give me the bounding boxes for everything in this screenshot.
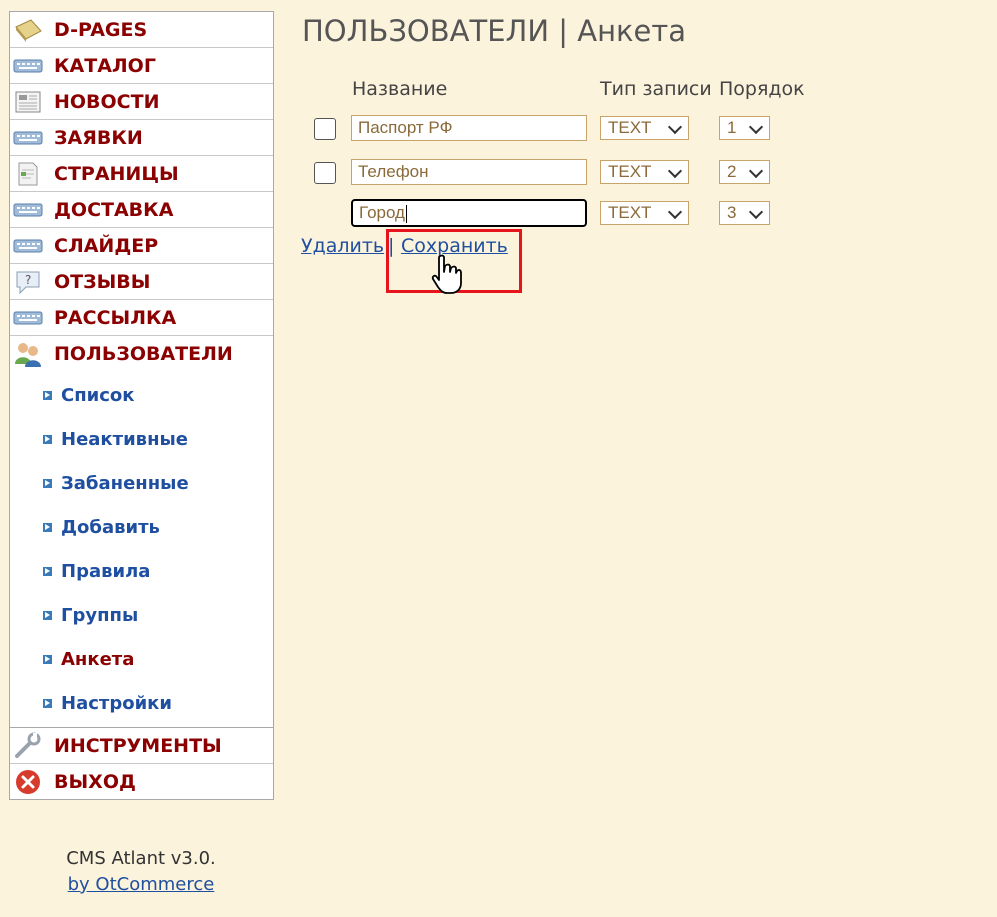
submenu-item-settings[interactable]: Настройки xyxy=(10,681,273,725)
field-name-input[interactable]: Телефон xyxy=(351,159,587,185)
keyboard-icon xyxy=(12,52,44,80)
menu-item-slider[interactable]: СЛАЙДЕР xyxy=(10,228,273,264)
wrench-icon xyxy=(12,732,44,760)
row-checkbox[interactable] xyxy=(314,162,336,184)
submenu-item-add[interactable]: Добавить xyxy=(10,505,273,549)
menu-item-news[interactable]: НОВОСТИ xyxy=(10,84,273,120)
select-value: TEXT xyxy=(608,203,652,222)
field-order-select[interactable]: 1 xyxy=(719,116,770,140)
submenu-label[interactable]: Группы xyxy=(61,605,138,626)
newspaper-icon xyxy=(12,88,44,116)
delete-link[interactable]: Удалить xyxy=(301,235,384,257)
arrow-bullet-icon xyxy=(43,434,52,444)
menu-item-orders[interactable]: ЗАЯВКИ xyxy=(10,120,273,156)
menu-item-label: ДОСТАВКА xyxy=(54,198,174,221)
select-value: TEXT xyxy=(608,162,652,181)
column-header-type: Тип записи xyxy=(600,78,712,100)
menu-item-catalog[interactable]: КАТАЛОГ xyxy=(10,48,273,84)
keyboard-icon xyxy=(12,232,44,260)
field-type-select[interactable]: TEXT xyxy=(600,116,689,140)
menu-item-label: ВЫХОД xyxy=(54,770,136,793)
menu-item-label: D-PAGES xyxy=(54,18,148,41)
column-header-name: Название xyxy=(352,78,448,100)
chevron-down-icon xyxy=(667,163,683,179)
menu-item-label: НОВОСТИ xyxy=(54,90,160,113)
footer: CMS Atlant v3.0. by OtCommerce xyxy=(10,846,272,898)
input-value: Город xyxy=(359,203,405,222)
chevron-down-icon xyxy=(748,119,764,135)
menu-item-label: ПОЛЬЗОВАТЕЛИ xyxy=(54,342,233,365)
column-header-order: Порядок xyxy=(719,78,805,100)
text-caret xyxy=(405,204,407,223)
field-name-input[interactable]: Город xyxy=(351,199,587,227)
menu-item-label: РАССЫЛКА xyxy=(54,306,177,329)
menu-item-label: СЛАЙДЕР xyxy=(54,234,159,257)
submenu-label[interactable]: Забаненные xyxy=(61,473,189,494)
menu-item-pages[interactable]: СТРАНИЦЫ xyxy=(10,156,273,192)
arrow-bullet-icon xyxy=(43,566,52,576)
arrow-bullet-icon xyxy=(43,478,52,488)
field-type-select[interactable]: TEXT xyxy=(600,201,689,225)
submenu-label[interactable]: Правила xyxy=(61,561,150,582)
arrow-bullet-icon xyxy=(43,698,52,708)
page-title: ПОЛЬЗОВАТЕЛИ | Анкета xyxy=(302,14,687,48)
menu-item-d-pages[interactable]: D-PAGES xyxy=(10,12,273,48)
menu-item-label: ИНСТРУМЕНТЫ xyxy=(54,734,222,757)
chevron-down-icon xyxy=(748,204,764,220)
menu-item-label: КАТАЛОГ xyxy=(54,54,156,77)
submenu-label[interactable]: Неактивные xyxy=(61,429,188,450)
menu-item-label: ОТЗЫВЫ xyxy=(54,270,151,293)
question-bubble-icon: ? xyxy=(12,268,44,296)
chevron-down-icon xyxy=(667,119,683,135)
submenu-item-banned[interactable]: Забаненные xyxy=(10,461,273,505)
submenu-label[interactable]: Настройки xyxy=(61,693,172,714)
arrow-bullet-icon xyxy=(43,610,52,620)
vendor-link[interactable]: by OtCommerce xyxy=(68,874,215,895)
select-value: 3 xyxy=(727,203,737,222)
keyboard-icon xyxy=(12,196,44,224)
field-order-select[interactable]: 2 xyxy=(719,160,770,184)
menu-item-reviews[interactable]: ? ОТЗЫВЫ xyxy=(10,264,273,300)
chevron-down-icon xyxy=(748,163,764,179)
menu-item-label: СТРАНИЦЫ xyxy=(54,162,179,185)
arrow-bullet-icon xyxy=(43,390,52,400)
svg-text:?: ? xyxy=(25,273,31,287)
menu-item-users[interactable]: ПОЛЬЗОВАТЕЛИ xyxy=(10,336,273,371)
submenu-item-inactive[interactable]: Неактивные xyxy=(10,417,273,461)
sidebar: D-PAGES КАТАЛОГ НОВОСТИ ЗАЯВКИ СТРАНИЦЫ … xyxy=(9,11,274,800)
select-value: 2 xyxy=(727,162,737,181)
submenu-item-groups[interactable]: Группы xyxy=(10,593,273,637)
submenu-item-rules[interactable]: Правила xyxy=(10,549,273,593)
select-value: 1 xyxy=(727,118,737,137)
arrow-bullet-icon xyxy=(43,654,52,664)
field-type-select[interactable]: TEXT xyxy=(600,160,689,184)
field-order-select[interactable]: 3 xyxy=(719,201,770,225)
keyboard-icon xyxy=(12,304,44,332)
users-icon xyxy=(12,340,44,368)
field-name-input[interactable]: Паспорт РФ xyxy=(351,115,587,141)
users-submenu: Список Неактивные Забаненные Добавить Пр… xyxy=(10,371,273,728)
cms-version: CMS Atlant v3.0. xyxy=(66,848,216,869)
row-checkbox[interactable] xyxy=(314,118,336,140)
chevron-down-icon xyxy=(667,204,683,220)
exit-icon xyxy=(12,768,44,796)
page-icon xyxy=(12,160,44,188)
submenu-item-form[interactable]: Анкета xyxy=(10,637,273,681)
menu-item-delivery[interactable]: ДОСТАВКА xyxy=(10,192,273,228)
select-value: TEXT xyxy=(608,118,652,137)
book-icon xyxy=(12,16,44,44)
menu-item-label: ЗАЯВКИ xyxy=(54,126,143,149)
submenu-label[interactable]: Добавить xyxy=(61,517,160,538)
submenu-item-list[interactable]: Список xyxy=(10,373,273,417)
submenu-label[interactable]: Список xyxy=(61,385,135,406)
menu-item-exit[interactable]: ВЫХОД xyxy=(10,764,273,799)
keyboard-icon xyxy=(12,124,44,152)
arrow-bullet-icon xyxy=(43,522,52,532)
submenu-label[interactable]: Анкета xyxy=(61,649,134,670)
hand-cursor-icon xyxy=(430,254,466,300)
menu-item-tools[interactable]: ИНСТРУМЕНТЫ xyxy=(10,728,273,764)
menu-item-mailing[interactable]: РАССЫЛКА xyxy=(10,300,273,336)
